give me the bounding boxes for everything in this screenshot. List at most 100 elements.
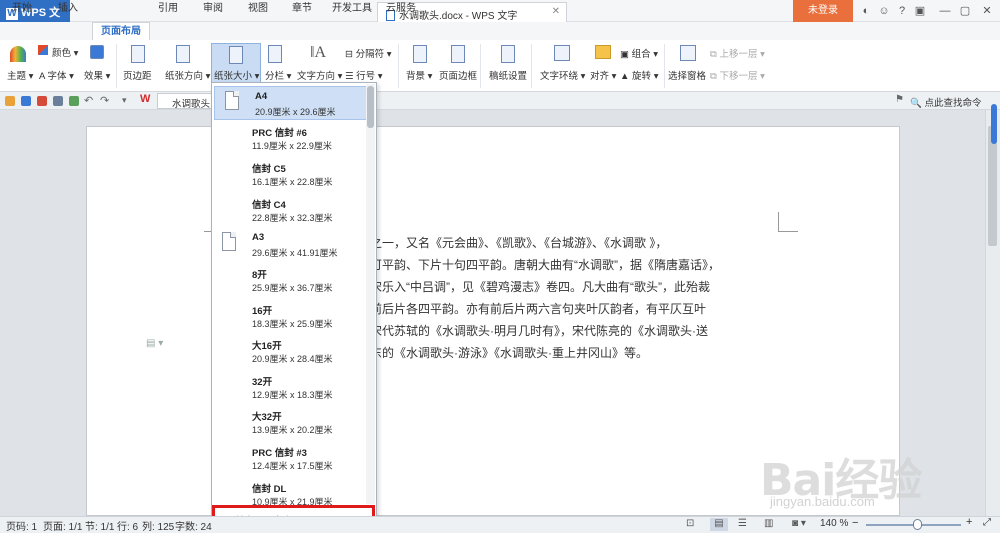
paper-size-option-a4[interactable]: A4 20.9厘米 x 29.6厘米 xyxy=(214,86,369,120)
page-border-button[interactable]: 页面边框 xyxy=(439,68,477,82)
margins-button[interactable]: 页边距 xyxy=(123,68,152,82)
zoom-level[interactable]: 140 % xyxy=(820,518,848,529)
zoom-out-icon[interactable]: − xyxy=(852,517,858,529)
background-icon xyxy=(413,45,427,63)
open-icon[interactable] xyxy=(5,96,15,106)
fit-page-icon[interactable]: ⤢ xyxy=(983,517,991,528)
tab-references[interactable]: 引用 xyxy=(158,0,178,18)
dropdown-scrollbar[interactable] xyxy=(366,84,375,504)
rotate-label: 旋转 xyxy=(632,71,652,82)
selection-pane-button[interactable]: 选择窗格 xyxy=(668,68,706,82)
customize-toolbar-icon[interactable]: ▾ xyxy=(122,95,127,106)
ribbon-separator xyxy=(480,44,481,88)
line-number-button[interactable]: ☰ 行号 ▾ xyxy=(345,68,383,82)
text-wrap-icon xyxy=(554,45,570,61)
send-backward-button[interactable]: ⧉ 下移一层 ▾ xyxy=(710,68,765,82)
tab-chapter[interactable]: 章节 xyxy=(292,0,312,18)
orientation-button[interactable]: 纸张方向 ▾ xyxy=(165,68,210,82)
tab-cloud[interactable]: 云服务 xyxy=(386,0,416,18)
dropdown-scrollbar-thumb[interactable] xyxy=(367,86,374,128)
ruler-toggle-icon[interactable] xyxy=(991,104,997,144)
paragraph-line: 宋乐入“中吕调”，见《碧鸡漫志》卷四。凡大曲有“歌头”，此殆裁 xyxy=(370,280,710,294)
save-icon[interactable] xyxy=(21,96,31,106)
margins-icon xyxy=(131,45,145,63)
background-label: 背景 xyxy=(406,71,426,82)
theme-button[interactable]: 主题 ▾ xyxy=(7,68,33,82)
zoom-in-icon[interactable]: + xyxy=(966,516,972,528)
minimize-button[interactable]: — xyxy=(935,0,955,22)
tab-developer[interactable]: 开发工具 xyxy=(332,0,372,18)
paragraph-line: 宋代苏轼的《水调歌头·明月几时有》，宋代陈亮的《水调歌头·送 xyxy=(370,324,708,338)
color-icon xyxy=(38,45,48,55)
group-label: 组合 xyxy=(631,49,651,60)
undo-icon[interactable]: ↶ xyxy=(84,94,93,107)
paper-size-option[interactable]: 8开 25.9厘米 x 36.7厘米 xyxy=(212,263,367,303)
settings-icon[interactable]: ☺ xyxy=(874,0,894,22)
manuscript-button[interactable]: 稿纸设置 xyxy=(489,68,527,82)
paper-size-dimensions: 22.8厘米 x 32.3厘米 xyxy=(252,213,333,223)
close-tab-icon[interactable]: ✕ xyxy=(552,6,560,17)
tab-review[interactable]: 审阅 xyxy=(203,0,223,18)
redo-icon[interactable]: ↷ xyxy=(100,94,109,107)
paper-size-option[interactable]: 信封 C5 16.1厘米 x 22.8厘米 xyxy=(212,157,367,197)
paper-icon xyxy=(222,232,236,251)
paper-size-text: 纸张大小 xyxy=(214,71,253,82)
paper-size-option[interactable]: 大32开 13.9厘米 x 20.2厘米 xyxy=(212,405,367,445)
paper-size-option[interactable]: PRC 信封 #3 12.4厘米 x 17.5厘米 xyxy=(212,441,367,481)
bring-forward-button[interactable]: ⧉ 上移一层 ▾ xyxy=(710,46,765,60)
status-pages: 页面: 1/1 xyxy=(43,522,83,533)
reading-mode-icon[interactable]: ⊡ xyxy=(686,518,694,529)
skin-icon[interactable]: ◐ xyxy=(856,0,876,22)
document-body[interactable]: 之一，又名《元会曲》、《凯歌》、《台城游》、《水调歌 》， 可平韵、下片十句四平… xyxy=(370,232,790,364)
status-word-count[interactable]: 字数: 24 xyxy=(175,518,212,533)
rotate-button[interactable]: ▲ 旋转 ▾ xyxy=(620,68,658,82)
print-icon[interactable] xyxy=(53,96,63,106)
scrollbar-thumb[interactable] xyxy=(988,126,997,246)
quick-document-tab[interactable]: 水调歌头 xyxy=(157,93,212,109)
command-search[interactable]: 🔍 点此查找命令 xyxy=(910,93,998,109)
text-wrap-label: 文字环绕 xyxy=(540,71,579,82)
color-button[interactable]: 颜色 ▾ xyxy=(52,45,78,59)
outline-view-icon[interactable]: ☰ xyxy=(738,518,747,529)
login-button[interactable]: 未登录 xyxy=(793,0,853,22)
paper-size-option[interactable]: 信封 C4 22.8厘米 x 32.3厘米 xyxy=(212,193,367,233)
close-button[interactable]: ✕ xyxy=(977,0,997,22)
paragraph-line: 前后片各四平韵。亦有前后片两六言句夹叶仄韵者，有平仄互叶 xyxy=(370,302,707,316)
status-section: 节: 1/1 xyxy=(85,522,115,533)
page-view-icon[interactable]: ▤ xyxy=(710,518,728,531)
text-wrap-button[interactable]: 文字环绕 ▾ xyxy=(540,68,585,82)
text-direction-button[interactable]: 文字方向 ▾ xyxy=(297,68,342,82)
group-button[interactable]: ▣ 组合 ▾ xyxy=(620,46,658,60)
theme-icon xyxy=(10,46,26,62)
selection-pane-icon xyxy=(680,45,696,61)
zoom-slider-knob[interactable] xyxy=(913,519,922,530)
paper-size-option[interactable]: 32开 12.9厘米 x 18.3厘米 xyxy=(212,370,367,410)
ribbon-separator xyxy=(116,44,117,88)
tab-insert[interactable]: 插入 xyxy=(58,0,78,18)
font-button[interactable]: A 字体 ▾ xyxy=(39,68,74,82)
paper-size-option-a3[interactable]: A3 29.6厘米 x 41.91厘米 xyxy=(212,228,367,268)
paper-size-option[interactable]: 大16开 20.9厘米 x 28.4厘米 xyxy=(212,334,367,374)
effect-button[interactable]: 效果 ▾ xyxy=(84,68,110,82)
paper-size-option[interactable]: 16开 18.3厘米 x 25.9厘米 xyxy=(212,299,367,339)
separator-button[interactable]: ⊟ 分隔符 ▾ xyxy=(345,46,392,60)
page-options-icon[interactable]: ▤ ▾ xyxy=(146,338,163,349)
background-button[interactable]: 背景 ▾ xyxy=(406,68,432,82)
tab-view[interactable]: 视图 xyxy=(248,0,268,18)
paper-size-option[interactable]: PRC 信封 #6 11.9厘米 x 22.9厘米 xyxy=(212,121,367,161)
paper-size-name: PRC 信封 #6 xyxy=(252,128,307,139)
export-pdf-icon[interactable] xyxy=(37,96,47,106)
maximize-button[interactable]: ▢ xyxy=(955,0,975,22)
align-button[interactable]: 对齐 ▾ xyxy=(590,68,616,82)
effect-label: 效果 xyxy=(84,71,104,82)
restore-ribbon-icon[interactable]: ▣ xyxy=(910,0,930,22)
web-view-icon[interactable]: ▥ xyxy=(764,518,773,529)
help-button[interactable]: ? xyxy=(892,0,912,22)
eye-protection-icon[interactable]: ◙ ▾ xyxy=(792,518,806,529)
tab-page-layout[interactable]: 页面布局 xyxy=(92,22,150,40)
paper-size-dropdown: A4 20.9厘米 x 29.6厘米 PRC 信封 #6 11.9厘米 x 22… xyxy=(211,82,377,533)
preview-icon[interactable] xyxy=(69,96,79,106)
tab-home[interactable]: 开始 xyxy=(12,0,32,18)
columns-button[interactable]: 分栏 ▾ xyxy=(265,68,291,82)
filter-icon[interactable]: ⚑ xyxy=(895,94,904,105)
